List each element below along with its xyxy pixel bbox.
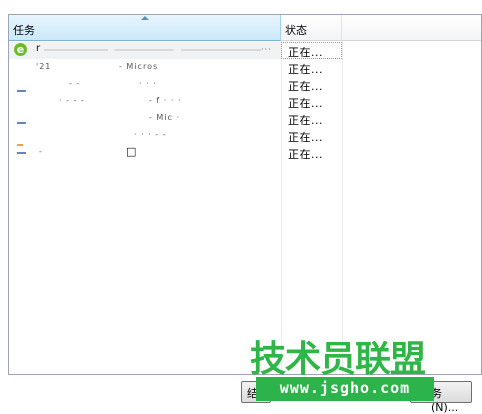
window-icon [17, 122, 26, 124]
column-header-status[interactable]: 状态 [281, 15, 342, 41]
status-cell: 正在... [281, 144, 342, 161]
status-cell: 正在... [281, 59, 342, 76]
internet-explorer-icon: e [14, 43, 27, 56]
task-row[interactable]: - Mic · 正在... [9, 110, 342, 127]
task-row[interactable]: '21 - Micros 正在... [9, 59, 342, 76]
watermark-title: 技术员联盟 [250, 339, 426, 380]
task-name-fragment: - f · · · [149, 96, 182, 105]
status-text: 正在... [288, 63, 323, 76]
column-header-task[interactable]: 任务 [9, 15, 281, 41]
task-row[interactable]: · - - - - f · · · 正在... [9, 93, 342, 110]
status-text: 正在... [288, 46, 323, 59]
status-text: 正在... [288, 148, 323, 161]
status-cell: 正在... [281, 127, 342, 144]
new-task-button-label: 务 (N)... [431, 387, 459, 414]
task-name: - [39, 147, 43, 156]
status-cell: 正在... [281, 110, 342, 127]
task-name-ellipsis: ··· [261, 45, 272, 54]
list-header: 任务 状态 [9, 15, 481, 41]
task-name: · - - - [59, 96, 85, 105]
status-text: 正在... [288, 97, 323, 110]
task-list[interactable]: 任务 状态 e r ··· 正在... '21 - Micros 正在... - [8, 14, 482, 375]
task-name-fragment: · · · - - [134, 130, 167, 139]
column-divider [342, 41, 343, 374]
status-cell: 正在... [281, 93, 342, 110]
redacted-text [114, 49, 174, 51]
column-header-task-label: 任务 [13, 24, 35, 37]
task-row[interactable]: - - · · · 正在... [9, 76, 342, 93]
task-cell: - □ [9, 144, 281, 161]
task-cell: '21 - Micros [9, 59, 281, 76]
task-name-fragment: - Micros [119, 62, 159, 71]
column-header-empty [342, 15, 481, 41]
task-cell: - - · · · [9, 76, 281, 93]
task-name: r [36, 43, 42, 54]
status-cell: 正在... [281, 76, 342, 93]
task-cell: · - - - - f · · · [9, 93, 281, 110]
window-icon [17, 90, 26, 92]
task-name-fragment: □ [126, 145, 137, 158]
task-row[interactable]: e r ··· 正在... [9, 42, 342, 59]
task-row[interactable]: - □ 正在... [9, 144, 342, 161]
redacted-text [44, 49, 108, 51]
task-name: '21 [36, 62, 52, 71]
task-cell: · · · - - [9, 127, 281, 144]
status-cell: 正在... [281, 42, 342, 59]
task-name-fragment: · · · [139, 79, 157, 88]
app-icon [17, 144, 23, 146]
app-icon [17, 152, 26, 154]
watermark-url: www.jsgho.com [256, 377, 434, 401]
task-cell: - Mic · [9, 110, 281, 127]
task-name: - - [69, 79, 81, 88]
task-row[interactable]: · · · - - 正在... [9, 127, 342, 144]
sort-ascending-icon [141, 16, 149, 20]
task-name-fragment: - Mic · [149, 113, 181, 122]
redacted-text [181, 49, 261, 51]
status-text: 正在... [288, 80, 323, 93]
status-text: 正在... [288, 114, 323, 127]
status-text: 正在... [288, 131, 323, 144]
column-header-status-label: 状态 [285, 24, 307, 37]
task-cell: e r ··· [9, 42, 281, 59]
